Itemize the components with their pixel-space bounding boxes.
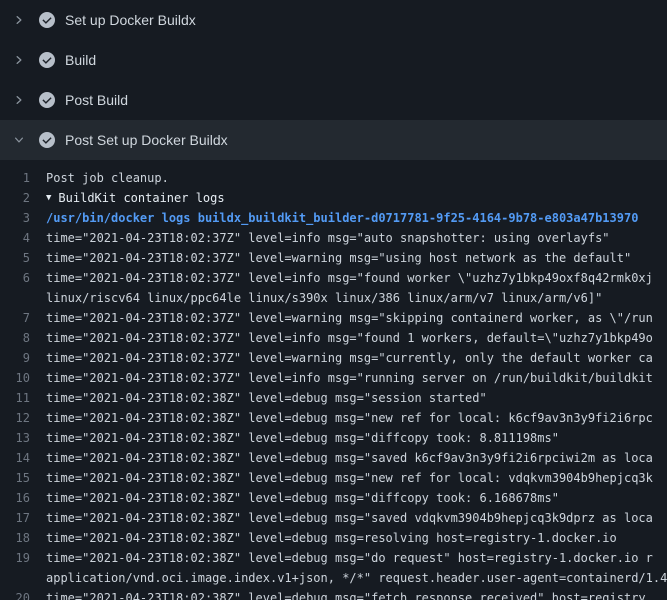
log-text: time="2021-04-23T18:02:38Z" level=debug … xyxy=(46,588,667,600)
log-line: 11 time="2021-04-23T18:02:38Z" level=deb… xyxy=(0,388,667,408)
chevron-right-icon xyxy=(13,54,25,66)
line-number[interactable]: 7 xyxy=(0,308,46,328)
step-header[interactable]: Build xyxy=(0,40,667,80)
check-circle-icon xyxy=(39,92,55,108)
log-content: 1 Post job cleanup. 2 ▼ BuildKit contain… xyxy=(0,160,667,600)
check-circle-icon xyxy=(39,52,55,68)
log-text: time="2021-04-23T18:02:38Z" level=debug … xyxy=(46,388,667,408)
log-line: 12 time="2021-04-23T18:02:38Z" level=deb… xyxy=(0,408,667,428)
log-line: linux/riscv64 linux/ppc64le linux/s390x … xyxy=(0,288,667,308)
line-number[interactable]: 9 xyxy=(0,348,46,368)
log-text: time="2021-04-23T18:02:37Z" level=warnin… xyxy=(46,348,667,368)
log-text: time="2021-04-23T18:02:37Z" level=warnin… xyxy=(46,308,667,328)
log-text: time="2021-04-23T18:02:38Z" level=debug … xyxy=(46,468,667,488)
line-number[interactable]: 19 xyxy=(0,548,46,568)
log-line: 18 time="2021-04-23T18:02:38Z" level=deb… xyxy=(0,528,667,548)
step-title: Build xyxy=(65,50,96,70)
log-line: 15 time="2021-04-23T18:02:38Z" level=deb… xyxy=(0,468,667,488)
log-line: 17 time="2021-04-23T18:02:38Z" level=deb… xyxy=(0,508,667,528)
log-line: 13 time="2021-04-23T18:02:38Z" level=deb… xyxy=(0,428,667,448)
log-line: 1 Post job cleanup. xyxy=(0,168,667,188)
log-text: time="2021-04-23T18:02:38Z" level=debug … xyxy=(46,508,667,528)
chevron-right-icon xyxy=(13,94,25,106)
line-number[interactable]: 2 xyxy=(0,188,46,208)
step-title: Post Set up Docker Buildx xyxy=(65,130,228,150)
check-circle-icon xyxy=(39,132,55,148)
log-text: linux/riscv64 linux/ppc64le linux/s390x … xyxy=(46,288,667,308)
line-number[interactable]: 12 xyxy=(0,408,46,428)
step-header[interactable]: Post Build xyxy=(0,80,667,120)
line-number[interactable]: 6 xyxy=(0,268,46,288)
step-title: Post Build xyxy=(65,90,128,110)
log-line: 14 time="2021-04-23T18:02:38Z" level=deb… xyxy=(0,448,667,468)
line-number[interactable]: 1 xyxy=(0,168,46,188)
step-header[interactable]: Post Set up Docker Buildx xyxy=(0,120,667,160)
line-number[interactable]: 16 xyxy=(0,488,46,508)
step-title: Set up Docker Buildx xyxy=(65,10,196,30)
log-line: 6 time="2021-04-23T18:02:37Z" level=info… xyxy=(0,268,667,288)
log-text: time="2021-04-23T18:02:38Z" level=debug … xyxy=(46,428,667,448)
log-text: time="2021-04-23T18:02:38Z" level=debug … xyxy=(46,408,667,428)
actions-log-viewer: Set up Docker Buildx Build xyxy=(0,0,667,600)
log-text: time="2021-04-23T18:02:37Z" level=info m… xyxy=(46,268,667,288)
chevron-right-icon xyxy=(13,14,25,26)
chevron-right-icon xyxy=(13,134,25,146)
log-line: 19 time="2021-04-23T18:02:38Z" level=deb… xyxy=(0,548,667,568)
check-circle-icon xyxy=(39,12,55,28)
log-text: /usr/bin/docker logs buildx_buildkit_bui… xyxy=(46,208,667,228)
group-toggle-icon[interactable]: ▼ xyxy=(46,188,51,208)
line-number[interactable]: 5 xyxy=(0,248,46,268)
log-line: 8 time="2021-04-23T18:02:37Z" level=info… xyxy=(0,328,667,348)
line-number[interactable]: 20 xyxy=(0,588,46,600)
log-text: time="2021-04-23T18:02:37Z" level=info m… xyxy=(46,328,667,348)
log-line: 4 time="2021-04-23T18:02:37Z" level=info… xyxy=(0,228,667,248)
line-number[interactable]: 14 xyxy=(0,448,46,468)
step-header[interactable]: Set up Docker Buildx xyxy=(0,0,667,40)
log-line: 10 time="2021-04-23T18:02:37Z" level=inf… xyxy=(0,368,667,388)
log-line: 3 /usr/bin/docker logs buildx_buildkit_b… xyxy=(0,208,667,228)
log-text: time="2021-04-23T18:02:37Z" level=info m… xyxy=(46,228,667,248)
log-line: 2 ▼ BuildKit container logs xyxy=(0,188,667,208)
log-text: application/vnd.oci.image.index.v1+json,… xyxy=(46,568,667,588)
log-text: time="2021-04-23T18:02:38Z" level=debug … xyxy=(46,528,667,548)
log-line: 20 time="2021-04-23T18:02:38Z" level=deb… xyxy=(0,588,667,600)
line-number[interactable]: 10 xyxy=(0,368,46,388)
line-number[interactable] xyxy=(0,288,46,308)
log-text: BuildKit container logs xyxy=(58,188,667,208)
line-number[interactable]: 13 xyxy=(0,428,46,448)
line-number[interactable]: 3 xyxy=(0,208,46,228)
log-line: 16 time="2021-04-23T18:02:38Z" level=deb… xyxy=(0,488,667,508)
log-text: time="2021-04-23T18:02:38Z" level=debug … xyxy=(46,448,667,468)
line-number[interactable]: 4 xyxy=(0,228,46,248)
log-line: application/vnd.oci.image.index.v1+json,… xyxy=(0,568,667,588)
log-text: time="2021-04-23T18:02:38Z" level=debug … xyxy=(46,548,667,568)
line-number[interactable] xyxy=(0,568,46,588)
log-text: Post job cleanup. xyxy=(46,168,667,188)
log-text: time="2021-04-23T18:02:38Z" level=debug … xyxy=(46,488,667,508)
log-text: time="2021-04-23T18:02:37Z" level=warnin… xyxy=(46,248,667,268)
log-line: 7 time="2021-04-23T18:02:37Z" level=warn… xyxy=(0,308,667,328)
line-number[interactable]: 8 xyxy=(0,328,46,348)
line-number[interactable]: 15 xyxy=(0,468,46,488)
log-text: time="2021-04-23T18:02:37Z" level=info m… xyxy=(46,368,667,388)
log-line: 9 time="2021-04-23T18:02:37Z" level=warn… xyxy=(0,348,667,368)
log-line: 5 time="2021-04-23T18:02:37Z" level=warn… xyxy=(0,248,667,268)
line-number[interactable]: 11 xyxy=(0,388,46,408)
line-number[interactable]: 18 xyxy=(0,528,46,548)
line-number[interactable]: 17 xyxy=(0,508,46,528)
